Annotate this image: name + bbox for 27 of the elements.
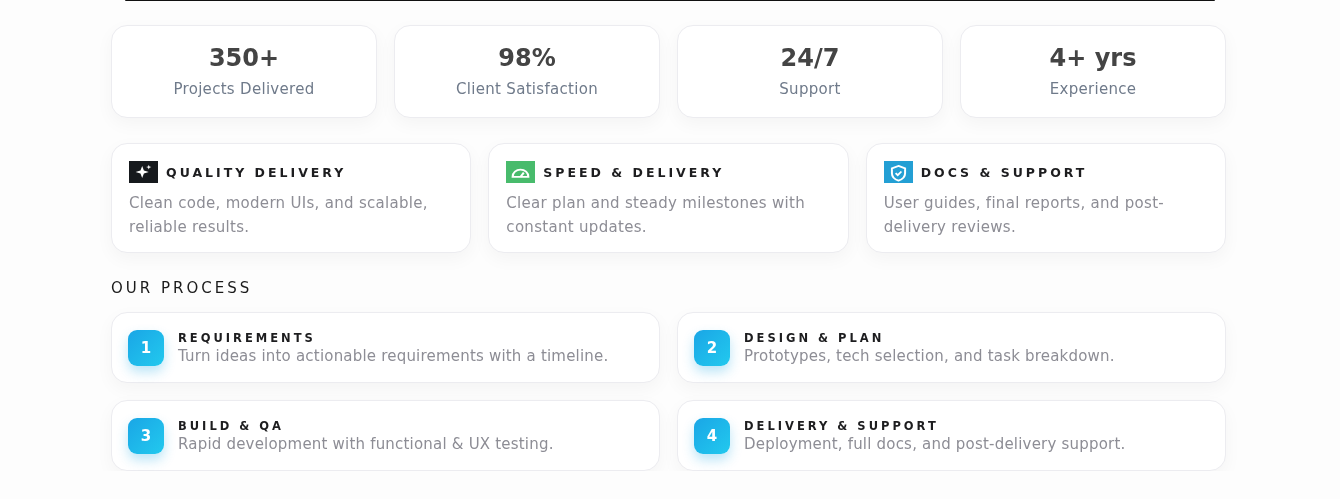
- step-description: Rapid development with functional & UX testing.: [178, 434, 554, 453]
- stat-value: 98%: [498, 44, 556, 72]
- step-title: DESIGN & PLAN: [744, 330, 886, 345]
- step-number-badge: 2: [694, 329, 730, 366]
- stat-label: Experience: [1049, 80, 1137, 98]
- feature-title: SPEED & DELIVERY: [543, 164, 725, 180]
- section-heading: OUR PROCESS: [111, 279, 254, 297]
- feature-title: QUALITY DELIVERY: [166, 164, 347, 180]
- step-number-badge: 1: [128, 329, 164, 366]
- step-title: DELIVERY & SUPPORT: [744, 418, 940, 433]
- feature-description: User guides, final reports, and post-delivery reviews.: [883, 193, 1166, 238]
- step-description: Prototypes, tech selection, and task breakdown.: [744, 346, 1115, 365]
- stat-label: Projects Delivered: [173, 80, 315, 98]
- feature-title: DOCS & SUPPORT: [920, 164, 1088, 180]
- step-title: BUILD & QA: [178, 418, 285, 433]
- feature-description: Clear plan and steady milestones with constant updates.: [506, 193, 807, 238]
- stat-label: Client Satisfaction: [456, 80, 598, 98]
- stat-value: 350+: [208, 44, 280, 72]
- step-title: REQUIREMENTS: [178, 330, 317, 345]
- stat-value: 24/7: [780, 44, 840, 72]
- step-description: Deployment, full docs, and post-delivery support.: [744, 434, 1126, 453]
- stat-label: Support: [779, 80, 841, 98]
- feature-description: Clean code, modern UIs, and scalable, reliable results.: [129, 193, 429, 238]
- step-description: Turn ideas into actionable requirements with a timeline.: [178, 346, 609, 365]
- stat-value: 4+ yrs: [1049, 44, 1137, 72]
- step-number-badge: 4: [694, 417, 730, 454]
- step-number-badge: 3: [128, 417, 164, 454]
